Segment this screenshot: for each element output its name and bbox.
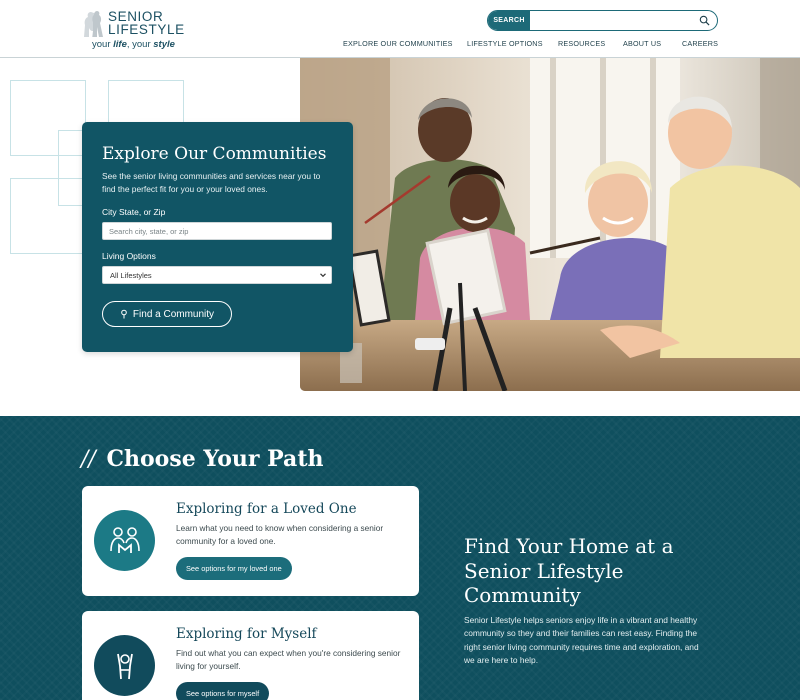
living-options-select[interactable]: All Lifestyles bbox=[102, 266, 332, 284]
location-input[interactable]: Search city, state, or zip bbox=[102, 222, 332, 240]
hero-photo-seniors-painting bbox=[300, 58, 800, 391]
search-input[interactable] bbox=[530, 11, 698, 30]
path-card-myself[interactable]: Exploring for Myself Find out what you c… bbox=[82, 611, 419, 700]
nav-lifestyle-options[interactable]: LIFESTYLE OPTIONS bbox=[467, 39, 543, 48]
find-community-label: Find a Community bbox=[132, 308, 215, 320]
explore-communities-card: Explore Our Communities See the senior l… bbox=[82, 122, 353, 352]
living-options-value: All Lifestyles bbox=[110, 270, 152, 280]
path-card-loved-one[interactable]: Exploring for a Loved One Learn what you… bbox=[82, 486, 419, 596]
see-options-loved-one-button[interactable]: See options for my loved one bbox=[176, 557, 292, 580]
living-options-label: Living Options bbox=[102, 251, 156, 261]
search-icon[interactable] bbox=[699, 15, 710, 26]
main-nav: EXPLORE OUR COMMUNITIES LIFESTYLE OPTION… bbox=[0, 39, 800, 51]
location-label: City State, or Zip bbox=[102, 207, 166, 217]
explore-card-title: Explore Our Communities bbox=[102, 144, 327, 164]
find-community-button[interactable]: Find a Community bbox=[102, 301, 232, 327]
site-header: SENIOR LIFESTYLE your life, your style S… bbox=[0, 0, 800, 58]
find-home-heading: Find Your Home at a Senior Lifestyle Com… bbox=[464, 534, 674, 607]
path-card-myself-title: Exploring for Myself bbox=[176, 626, 317, 642]
path-card-loved-one-title: Exploring for a Loved One bbox=[176, 501, 357, 517]
logo-mark-icon bbox=[84, 11, 103, 37]
pin-icon bbox=[121, 309, 127, 319]
choose-path-section: // Choose Your Path Exploring for a Love… bbox=[0, 416, 800, 700]
see-options-myself-button[interactable]: See options for myself bbox=[176, 682, 270, 700]
search-button[interactable]: SEARCH bbox=[488, 11, 530, 30]
explore-card-description: See the senior living communities and se… bbox=[102, 171, 321, 194]
decorative-square bbox=[10, 178, 86, 254]
choose-path-title: // Choose Your Path bbox=[81, 446, 324, 472]
find-home-description: Senior Lifestyle helps seniors enjoy lif… bbox=[464, 615, 699, 665]
family-icon bbox=[94, 510, 155, 571]
nav-explore-communities[interactable]: EXPLORE OUR COMMUNITIES bbox=[343, 39, 453, 48]
nav-resources[interactable]: RESOURCES bbox=[558, 39, 605, 48]
path-card-loved-one-description: Learn what you need to know when conside… bbox=[176, 523, 384, 546]
person-waving-icon bbox=[94, 635, 155, 696]
logo-text-lifestyle: LIFESTYLE bbox=[108, 22, 185, 37]
path-card-myself-description: Find out what you can expect when you're… bbox=[176, 648, 401, 671]
hero-section: Explore Our Communities See the senior l… bbox=[0, 58, 800, 416]
nav-about-us[interactable]: ABOUT US bbox=[623, 39, 661, 48]
nav-careers[interactable]: CAREERS bbox=[682, 39, 718, 48]
site-search: SEARCH bbox=[487, 10, 718, 31]
chevron-down-icon bbox=[320, 273, 326, 278]
